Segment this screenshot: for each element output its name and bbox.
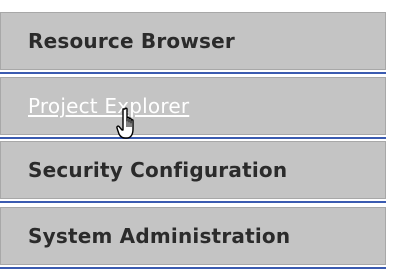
nav-item-label: System Administration [28, 224, 291, 248]
nav-item-security-configuration[interactable]: Security Configuration [0, 141, 386, 199]
menu-separator [0, 267, 386, 269]
nav-item-label[interactable]: Project Explorer [28, 94, 189, 118]
menu-separator [0, 201, 386, 203]
nav-item-project-explorer[interactable]: Project Explorer [0, 77, 386, 135]
menu-separator [0, 72, 386, 74]
nav-item-label: Resource Browser [28, 29, 235, 53]
nav-item-system-administration[interactable]: System Administration [0, 207, 386, 265]
navigation-menu: Resource Browser Project Explorer Securi… [0, 0, 404, 273]
hand-pointer-icon [116, 107, 134, 139]
nav-item-label: Security Configuration [28, 158, 288, 182]
menu-separator [0, 137, 386, 139]
nav-item-resource-browser[interactable]: Resource Browser [0, 12, 386, 70]
